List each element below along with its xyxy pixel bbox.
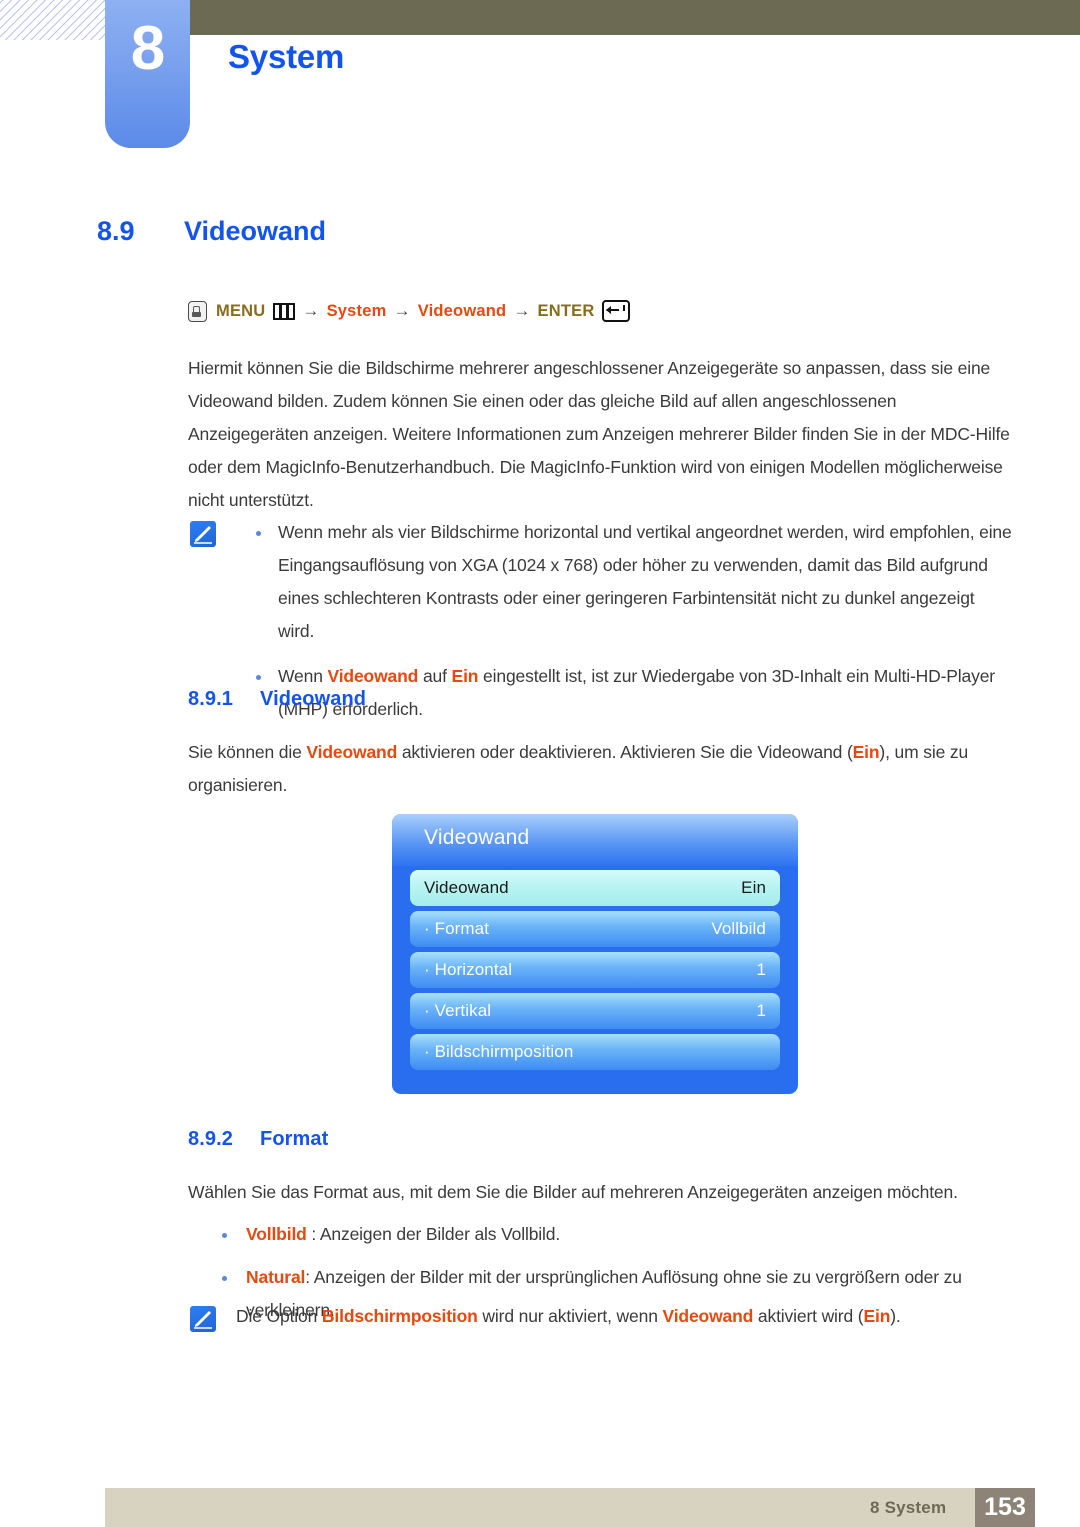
note-pencil-icon bbox=[190, 1306, 216, 1332]
subsection-title: Videowand bbox=[260, 688, 367, 710]
section-number: 8.9 bbox=[97, 216, 135, 246]
arrow-icon-1: → bbox=[302, 301, 320, 320]
section-title: Videowand bbox=[184, 216, 327, 246]
osd-row-value: Vollbild bbox=[711, 919, 766, 938]
header-bar bbox=[190, 0, 1080, 35]
note-pencil-icon bbox=[190, 521, 216, 547]
text-fragment: : Anzeigen der Bilder als Vollbild. bbox=[306, 1224, 561, 1244]
osd-row-label: · Format bbox=[424, 919, 490, 938]
osd-row-label: · Bildschirmposition bbox=[424, 1042, 574, 1061]
enter-return-icon bbox=[602, 300, 631, 322]
note-2-text: Die Option Bildschirmposition wird nur a… bbox=[236, 1300, 1026, 1333]
breadcrumb-item-videowand: Videowand bbox=[417, 301, 507, 320]
osd-row-label: · Horizontal bbox=[424, 960, 513, 979]
osd-row-horizontal[interactable]: · Horizontal 1 bbox=[410, 952, 780, 988]
text-fragment: auf bbox=[418, 666, 452, 686]
text-fragment: Sie können die bbox=[188, 742, 307, 762]
subsection-number: 8.9.2 bbox=[188, 1128, 233, 1150]
osd-row-vertikal[interactable]: · Vertikal 1 bbox=[410, 993, 780, 1029]
arrow-icon-3: → bbox=[513, 301, 531, 320]
highlight-videowand: Videowand bbox=[306, 742, 398, 762]
menu-label: MENU bbox=[216, 301, 266, 320]
subsection-891-paragraph: Sie können die Videowand aktivieren oder… bbox=[188, 736, 998, 802]
chapter-number: 8 bbox=[130, 14, 165, 83]
chapter-title: System bbox=[228, 38, 345, 75]
hatch-decoration bbox=[0, 0, 108, 40]
osd-row-bildschirmposition[interactable]: · Bildschirmposition bbox=[410, 1034, 780, 1070]
breadcrumb-item-system: System bbox=[326, 301, 387, 320]
osd-row-value: 1 bbox=[756, 960, 766, 979]
subsection-heading-891: 8.9.1 Videowand bbox=[188, 688, 366, 711]
intro-paragraph: Hiermit können Sie die Bildschirme mehre… bbox=[188, 358, 1010, 510]
text-fragment: Wenn bbox=[278, 666, 328, 686]
osd-row-label: · Vertikal bbox=[424, 1001, 492, 1020]
osd-row-label: Videowand bbox=[424, 878, 509, 897]
enter-label: ENTER bbox=[537, 301, 595, 320]
osd-row-value: Ein bbox=[741, 878, 766, 897]
osd-title: Videowand bbox=[424, 826, 530, 849]
page-number: 153 bbox=[975, 1488, 1035, 1527]
text-fragment: aktivieren oder deaktivieren. Aktivieren… bbox=[397, 742, 853, 762]
highlight-ein: Ein bbox=[852, 742, 880, 762]
text-fragment: aktiviert wird ( bbox=[753, 1306, 864, 1326]
text-fragment: ). bbox=[890, 1306, 901, 1326]
text-fragment: wird nur aktiviert, wenn bbox=[477, 1306, 663, 1326]
osd-row-format[interactable]: · Format Vollbild bbox=[410, 911, 780, 947]
osd-row-videowand[interactable]: Videowand Ein bbox=[410, 870, 780, 906]
text-fragment: Die Option bbox=[236, 1306, 322, 1326]
highlight-bildschirmposition: Bildschirmposition bbox=[321, 1306, 478, 1326]
arrow-icon-2: → bbox=[393, 301, 411, 320]
highlight-videowand: Videowand bbox=[327, 666, 419, 686]
hand-press-icon bbox=[188, 300, 207, 322]
highlight-vollbild: Vollbild bbox=[246, 1224, 307, 1244]
osd-panel: Videowand Videowand Ein · Format Vollbil… bbox=[392, 814, 798, 1094]
highlight-videowand: Videowand bbox=[662, 1306, 754, 1326]
subsection-heading-892: 8.9.2 Format bbox=[188, 1128, 328, 1151]
subsection-892-paragraph: Wählen Sie das Format aus, mit dem Sie d… bbox=[188, 1182, 958, 1202]
subsection-title: Format bbox=[260, 1128, 329, 1150]
subsection-number: 8.9.1 bbox=[188, 688, 233, 710]
breadcrumb: MENU → System → Videowand → ENTER bbox=[188, 300, 631, 322]
highlight-ein: Ein bbox=[451, 666, 479, 686]
osd-menu-list: Videowand Ein · Format Vollbild · Horizo… bbox=[410, 870, 780, 1075]
highlight-ein: Ein bbox=[863, 1306, 891, 1326]
osd-row-value: 1 bbox=[756, 1001, 766, 1020]
list-item: Vollbild : Anzeigen der Bilder als Vollb… bbox=[210, 1218, 1010, 1251]
menu-bars-icon bbox=[273, 302, 296, 320]
page-title: 8.9 Videowand bbox=[97, 216, 326, 247]
chapter-tab: 8 bbox=[105, 0, 190, 148]
list-item: Wenn mehr als vier Bildschirme horizonta… bbox=[246, 516, 1014, 648]
footer-chapter-label: 8 System bbox=[870, 1498, 947, 1517]
highlight-natural: Natural bbox=[246, 1267, 306, 1287]
